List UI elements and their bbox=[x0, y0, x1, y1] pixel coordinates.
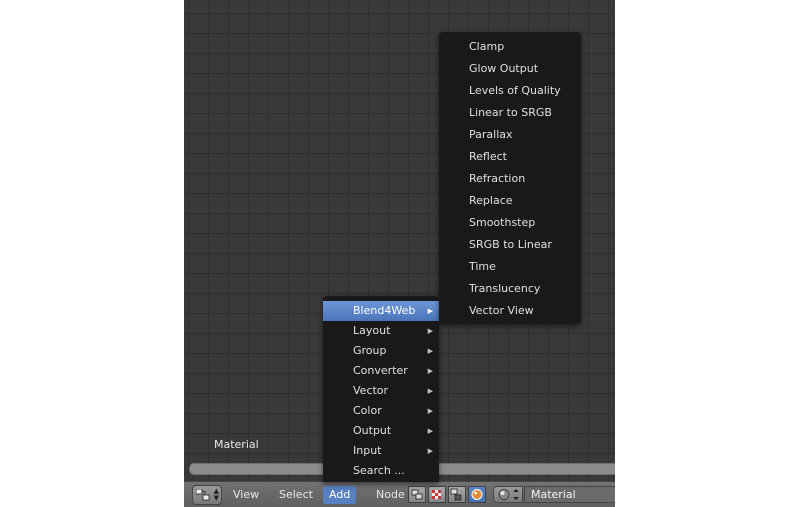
add-menu: Blend4Web ▶ Layout ▶ Group ▶ Converter ▶… bbox=[323, 296, 439, 482]
b4w-item-time[interactable]: Time bbox=[439, 257, 581, 277]
add-menu-item-layout[interactable]: Layout ▶ bbox=[323, 321, 439, 341]
b4w-item-levels-of-quality[interactable]: Levels of Quality bbox=[439, 81, 581, 101]
editor-header: ▲ ▼ View Select Add Node Material bbox=[184, 481, 615, 507]
material-browse-icon bbox=[498, 489, 519, 500]
add-menu-item-color[interactable]: Color ▶ bbox=[323, 401, 439, 421]
menu-view[interactable]: View bbox=[227, 486, 265, 504]
blend4web-submenu: Clamp Glow Output Levels of Quality Line… bbox=[439, 32, 581, 324]
b4w-item-replace[interactable]: Replace bbox=[439, 191, 581, 211]
menu-add[interactable]: Add bbox=[323, 486, 357, 504]
b4w-item-linear-to-srgb[interactable]: Linear to SRGB bbox=[439, 103, 581, 123]
chevron-updown-icon: ▲ ▼ bbox=[213, 487, 219, 502]
b4w-item-vector-view[interactable]: Vector View bbox=[439, 301, 581, 321]
b4w-item-parallax[interactable]: Parallax bbox=[439, 125, 581, 145]
node-editor-icon bbox=[196, 489, 210, 501]
b4w-item-srgb-to-linear[interactable]: SRGB to Linear bbox=[439, 235, 581, 255]
submenu-arrow-icon: ▶ bbox=[427, 387, 433, 395]
add-menu-item-group[interactable]: Group ▶ bbox=[323, 341, 439, 361]
node-tree-label: Material bbox=[214, 438, 259, 451]
submenu-arrow-icon: ▶ bbox=[427, 307, 433, 315]
submenu-arrow-icon: ▶ bbox=[427, 427, 433, 435]
submenu-arrow-icon: ▶ bbox=[427, 407, 433, 415]
texture-nodes-icon[interactable] bbox=[428, 486, 446, 503]
menu-select[interactable]: Select bbox=[273, 486, 319, 504]
editor-type-selector[interactable]: ▲ ▼ bbox=[192, 485, 222, 505]
b4w-item-smoothstep[interactable]: Smoothstep bbox=[439, 213, 581, 233]
material-sphere-icon[interactable] bbox=[468, 486, 486, 503]
b4w-item-glow-output[interactable]: Glow Output bbox=[439, 59, 581, 79]
add-menu-item-converter[interactable]: Converter ▶ bbox=[323, 361, 439, 381]
shader-nodes-icon[interactable] bbox=[408, 486, 426, 503]
b4w-item-refraction[interactable]: Refraction bbox=[439, 169, 581, 189]
b4w-item-translucency[interactable]: Translucency bbox=[439, 279, 581, 299]
material-name-field[interactable]: Material bbox=[524, 486, 615, 503]
add-menu-item-input[interactable]: Input ▶ bbox=[323, 441, 439, 461]
submenu-arrow-icon: ▶ bbox=[427, 347, 433, 355]
add-menu-item-blend4web[interactable]: Blend4Web ▶ bbox=[323, 301, 439, 321]
b4w-item-clamp[interactable]: Clamp bbox=[439, 37, 581, 57]
add-menu-item-vector[interactable]: Vector ▶ bbox=[323, 381, 439, 401]
submenu-arrow-icon: ▶ bbox=[427, 447, 433, 455]
menu-node[interactable]: Node bbox=[370, 486, 411, 504]
material-browse-button[interactable] bbox=[493, 486, 523, 503]
add-menu-item-output[interactable]: Output ▶ bbox=[323, 421, 439, 441]
b4w-item-reflect[interactable]: Reflect bbox=[439, 147, 581, 167]
add-menu-item-search[interactable]: Search ... bbox=[323, 461, 439, 481]
submenu-arrow-icon: ▶ bbox=[427, 367, 433, 375]
compositing-nodes-icon[interactable] bbox=[448, 486, 466, 503]
submenu-arrow-icon: ▶ bbox=[427, 327, 433, 335]
